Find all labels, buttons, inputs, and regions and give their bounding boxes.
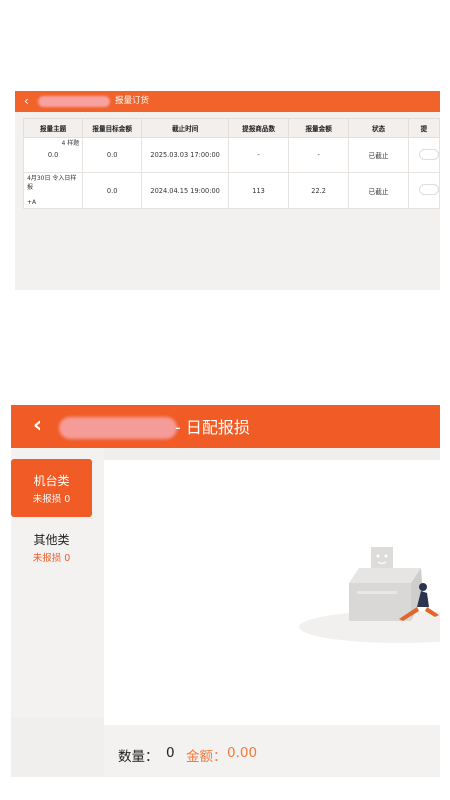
table-header-row: 报量主题 报量目标金额 截止时间 提报商品数 报量金额 状态 提	[22, 118, 440, 138]
col-header-deadline: 截止时间	[141, 118, 230, 138]
page-title: - 日配报损	[175, 418, 250, 437]
toggle-button[interactable]	[418, 184, 439, 195]
quantity-value: 0	[166, 745, 175, 761]
col-header-amount: 报量金额	[288, 118, 350, 138]
redacted-store-name	[59, 417, 177, 439]
col-header-items: 提报商品数	[228, 118, 290, 138]
category-name: 机台类	[33, 474, 70, 488]
topic-text: 4 样题	[61, 140, 80, 147]
topic-cell: 4月30日 令入日样报 +A	[22, 172, 84, 209]
order-report-header: ‹ 报量订货	[15, 91, 440, 112]
col-header-topic: 报量主题	[22, 118, 84, 138]
daily-loss-screen: ‹ - 日配报损 机台类 未报损 0 其他类 未报损 0 数量： 0 金额： 0…	[11, 405, 440, 777]
col-header-target: 报量目标金额	[82, 118, 143, 138]
summary-footer: 数量： 0 金额： 0.00	[104, 725, 440, 777]
target-cell: 0.0	[82, 137, 143, 173]
topic-text: 4月30日 令入日样报	[27, 175, 77, 191]
status-cell: 已截止	[348, 137, 409, 173]
items-cell: -	[228, 137, 290, 173]
col-header-action: 提	[407, 118, 440, 138]
amount-label: 金额：	[186, 749, 227, 765]
redacted-store-name	[38, 96, 110, 107]
table-row[interactable]: 4月30日 令入日样报 +A 0.0 2024.04.15 19:00:00 1…	[22, 172, 440, 209]
action-cell[interactable]	[407, 137, 440, 173]
empty-box-icon	[299, 547, 440, 643]
back-button[interactable]: ‹	[33, 415, 42, 437]
category-status: 未报损 0	[32, 553, 71, 564]
amount-cell: -	[288, 137, 350, 173]
category-sidebar: 机台类 未报损 0 其他类 未报损 0	[11, 448, 104, 718]
topic-cell: 4 样题 0.0	[22, 137, 84, 173]
category-name: 其他类	[33, 533, 70, 547]
category-item-machine[interactable]: 机台类 未报损 0	[11, 459, 92, 517]
toggle-button[interactable]	[418, 148, 439, 160]
items-cell: 113	[228, 172, 290, 209]
action-cell[interactable]	[407, 172, 440, 209]
order-report-table: 报量主题 报量目标金额 截止时间 提报商品数 报量金额 状态 提 4 样题 0.…	[22, 118, 440, 209]
order-report-screen: ‹ 报量订货 报量主题 报量目标金额 截止时间 提报商品数 报量金额 状态 提 …	[15, 91, 440, 290]
page-title: 报量订货	[115, 96, 150, 106]
category-item-other[interactable]: 其他类 未报损 0	[11, 518, 92, 576]
amount-value: 0.00	[227, 745, 258, 761]
item-list-area	[104, 460, 440, 725]
back-button[interactable]: ‹	[24, 94, 29, 108]
topic-value: 0.0	[47, 151, 59, 159]
table-row[interactable]: 4 样题 0.0 0.0 2025.03.03 17:00:00 - - 已截止	[22, 137, 440, 173]
daily-loss-header: ‹ - 日配报损	[11, 405, 440, 448]
category-status: 未报损 0	[32, 494, 71, 505]
topic-value: +A	[27, 199, 37, 206]
col-header-status: 状态	[348, 118, 409, 138]
target-cell: 0.0	[82, 172, 143, 209]
deadline-cell: 2025.03.03 17:00:00	[141, 137, 230, 173]
quantity-label: 数量：	[118, 749, 159, 765]
deadline-cell: 2024.04.15 19:00:00	[141, 172, 230, 209]
amount-cell: 22.2	[288, 172, 350, 209]
status-cell: 已截止	[348, 172, 409, 209]
